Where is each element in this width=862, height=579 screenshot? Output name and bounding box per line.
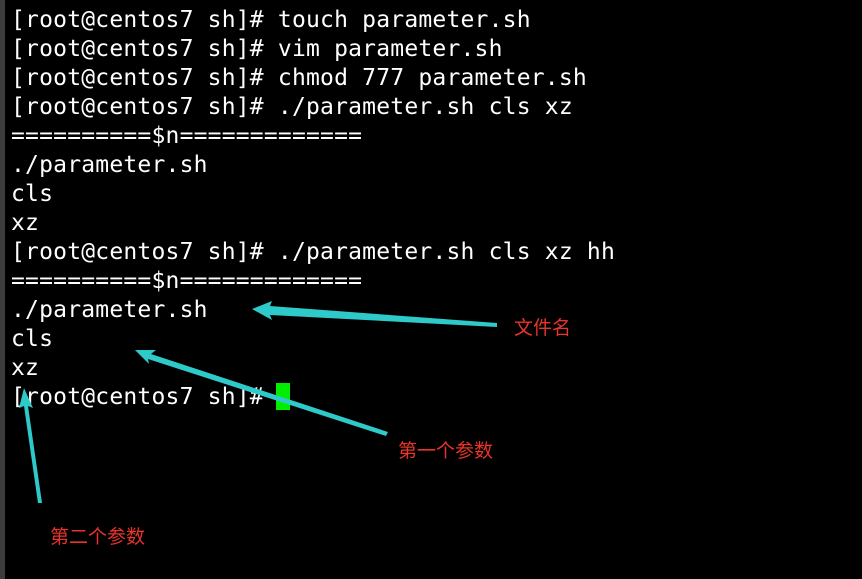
filename-arrow-icon (252, 301, 497, 327)
terminal-cursor (276, 383, 290, 410)
terminal-line-12: cls (11, 326, 54, 352)
terminal-line-10: ==========$n============= (11, 268, 363, 294)
terminal-line-4: [root@centos7 sh]# ./parameter.sh cls xz (11, 94, 573, 120)
terminal-line-8: xz (11, 210, 40, 236)
terminal-line-2: [root@centos7 sh]# vim parameter.sh (11, 36, 503, 62)
terminal-window[interactable]: [root@centos7 sh]# touch parameter.sh [r… (0, 0, 862, 579)
first-param-annotation: 第一个参数 (398, 440, 494, 462)
terminal-line-5: ==========$n============= (11, 123, 363, 149)
window-left-border (0, 0, 5, 579)
filename-annotation: 文件名 (514, 317, 572, 339)
terminal-line-3: [root@centos7 sh]# chmod 777 parameter.s… (11, 65, 587, 91)
terminal-line-7: cls (11, 181, 54, 207)
terminal-line-11: ./parameter.sh (11, 297, 208, 323)
terminal-prompt-line[interactable]: [root@centos7 sh]# (11, 383, 278, 412)
terminal-line-6: ./parameter.sh (11, 152, 208, 178)
terminal-line-9: [root@centos7 sh]# ./parameter.sh cls xz… (11, 239, 616, 265)
terminal-line-1: [root@centos7 sh]# touch parameter.sh (11, 7, 531, 33)
terminal-line-13: xz (11, 355, 40, 381)
second-param-annotation: 第二个参数 (50, 526, 146, 548)
